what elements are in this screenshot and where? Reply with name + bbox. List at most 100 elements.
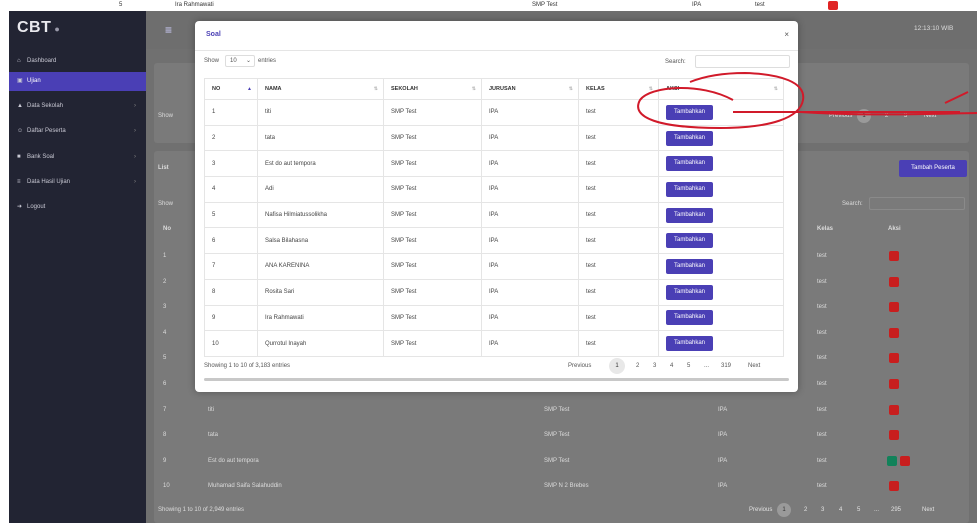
modal-page-4[interactable]: 4 — [670, 363, 673, 369]
col-header-sekolah[interactable]: SEKOLAH ⇅ — [383, 78, 482, 100]
bg-list-search-input[interactable] — [869, 197, 965, 210]
search-label: Search: — [665, 59, 686, 65]
bg-page-2[interactable]: 2 — [804, 507, 807, 513]
bg-top-page-1[interactable]: 1 — [857, 109, 871, 123]
bg-row-delete-button[interactable] — [889, 327, 899, 338]
sort-icon: ⇅ — [373, 86, 378, 92]
modal-next[interactable]: Next — [748, 363, 760, 369]
tambahkan-button[interactable]: Tambahkan — [666, 104, 713, 120]
modal-page-ellipsis: ... — [704, 363, 710, 369]
horizontal-scrollbar[interactable] — [204, 378, 789, 381]
tambahkan-button[interactable]: Tambahkan — [666, 336, 713, 352]
bg-prev[interactable]: Previous — [749, 507, 772, 513]
entries-select[interactable]: 10 ⌄ — [225, 55, 255, 67]
cell-no: 10 — [204, 330, 258, 357]
tambahkan-button[interactable]: Tambahkan — [666, 233, 713, 249]
tambah-peserta-button[interactable]: Tambah Peserta — [899, 160, 967, 177]
bg-top-page-2[interactable]: 2 — [885, 113, 888, 119]
bg-top-page-3[interactable]: 3 — [904, 113, 907, 119]
cell-no: 3 — [204, 150, 258, 178]
sidebar-item-data-sekolah[interactable]: ▲ Data Sekolah › — [9, 97, 146, 116]
sidebar-item-ujian[interactable]: ▣ Ujian — [9, 72, 146, 91]
bg-row-delete-button[interactable] — [889, 404, 899, 415]
bg-row-delete-button[interactable] — [889, 481, 899, 492]
bg-row-school: SMP Test — [544, 432, 570, 439]
tambahkan-button[interactable]: Tambahkan — [666, 258, 713, 274]
bg-row-major: IPA — [718, 457, 728, 464]
cell-no: 5 — [204, 201, 258, 229]
close-icon[interactable]: × — [784, 30, 789, 39]
col-header-aksi[interactable]: AKSI ⇅ — [658, 78, 784, 100]
modal-page-3[interactable]: 3 — [653, 363, 656, 369]
col-header-kelas[interactable]: KELAS ⇅ — [578, 78, 659, 100]
bg-row-delete-button[interactable] — [889, 379, 899, 389]
bg-row-name: tata — [208, 432, 219, 439]
bg-list-show-label: Show — [158, 201, 174, 207]
list-icon: ≡ — [17, 179, 21, 185]
modal-prev[interactable]: Previous — [568, 363, 591, 369]
cell-school: SMP Test — [383, 99, 482, 126]
bg-row-delete-button[interactable] — [889, 276, 899, 287]
tambahkan-button[interactable]: Tambahkan — [666, 156, 713, 172]
tambahkan-button[interactable]: Tambahkan — [666, 284, 713, 300]
background-row-strip: 5 Ira Rahmawati SMP Test IPA test — [0, 0, 977, 11]
bg-page-5[interactable]: 5 — [857, 507, 860, 513]
school-icon: ▲ — [17, 103, 23, 109]
tambahkan-button[interactable]: Tambahkan — [666, 181, 713, 197]
cell-no: 1 — [204, 99, 258, 126]
soal-table: NO ▲ NAMA ⇅ SEKOLAH ⇅ JURUSAN ⇅ KELAS ⇅ AKSI ⇅… — [204, 78, 784, 357]
bg-row-delete-button[interactable] — [889, 302, 899, 313]
col-header-jurusan[interactable]: JURUSAN ⇅ — [481, 78, 579, 100]
cell-no: 7 — [204, 253, 258, 280]
modal-page-5[interactable]: 5 — [687, 363, 690, 369]
tambahkan-button[interactable]: Tambahkan — [666, 130, 713, 146]
cell-major: IPA — [481, 99, 579, 126]
cell-name: Ira Rahmawati — [257, 304, 384, 332]
sidebar-item-daftar-peserta[interactable]: ☺ Daftar Peserta › — [9, 122, 146, 141]
cell-no: 4 — [204, 176, 258, 203]
bg-top-next[interactable]: Next — [924, 113, 936, 119]
col-header-no[interactable]: NO ▲ — [204, 78, 258, 100]
cell-major: IPA — [481, 253, 579, 280]
bg-col-aksi: Aksi — [888, 226, 901, 232]
bg-page-1[interactable]: 1 — [777, 503, 791, 517]
sidebar-item-data-hasil-ujian[interactable]: ≡ Data Hasil Ujian › — [9, 173, 146, 192]
bg-row-delete-button[interactable] — [889, 251, 899, 261]
bg-row-delete-button[interactable] — [900, 455, 910, 466]
sidebar-item-dashboard[interactable]: ⌂ Dashboard — [9, 52, 146, 71]
cell-no: 8 — [204, 278, 258, 306]
cell-kelas: test — [578, 176, 659, 203]
sort-icon: ⇅ — [568, 86, 573, 92]
modal-page-2[interactable]: 2 — [636, 363, 639, 369]
search-input[interactable] — [695, 55, 790, 68]
bg-top-prev[interactable]: Previous — [829, 113, 852, 119]
bg-page-3[interactable]: 3 — [821, 507, 824, 513]
bg-page-last[interactable]: 295 — [891, 507, 901, 513]
strip-delete-button[interactable] — [828, 1, 838, 10]
sidebar-item-logout[interactable]: ➜ Logout — [9, 198, 146, 217]
cell-school: SMP Test — [383, 330, 482, 357]
modal-page-1[interactable]: 1 — [609, 358, 625, 374]
cell-name: ANA KARENINA — [257, 253, 384, 280]
tambahkan-button[interactable]: Tambahkan — [666, 310, 713, 326]
chevron-right-icon: › — [134, 154, 136, 160]
cell-name: Qurrotul Inayah — [257, 330, 384, 357]
user-icon: ☺ — [17, 128, 24, 134]
tambahkan-button[interactable]: Tambahkan — [666, 207, 713, 223]
bg-row-delete-button[interactable] — [889, 353, 899, 364]
bg-row-delete-button[interactable] — [889, 430, 899, 441]
col-header-nama[interactable]: NAMA ⇅ — [257, 78, 384, 100]
app-logo: CBT ● — [17, 19, 61, 36]
strip-name: Ira Rahmawati — [175, 2, 214, 8]
cell-aksi: Tambahkan — [658, 278, 784, 306]
cell-aksi: Tambahkan — [658, 201, 784, 229]
cell-kelas: test — [578, 278, 659, 306]
bg-next[interactable]: Next — [922, 507, 934, 513]
table-row: 2 tata SMP Test IPA test Tambahkan — [204, 124, 784, 152]
modal-page-last[interactable]: 319 — [721, 363, 731, 369]
cell-major: IPA — [481, 330, 579, 357]
bg-page-4[interactable]: 4 — [839, 507, 842, 513]
sidebar-item-bank-soal[interactable]: ■ Bank Soal › — [9, 148, 146, 167]
hamburger-icon[interactable]: ≡ — [165, 23, 172, 37]
bg-row-refresh-button[interactable] — [887, 455, 897, 466]
